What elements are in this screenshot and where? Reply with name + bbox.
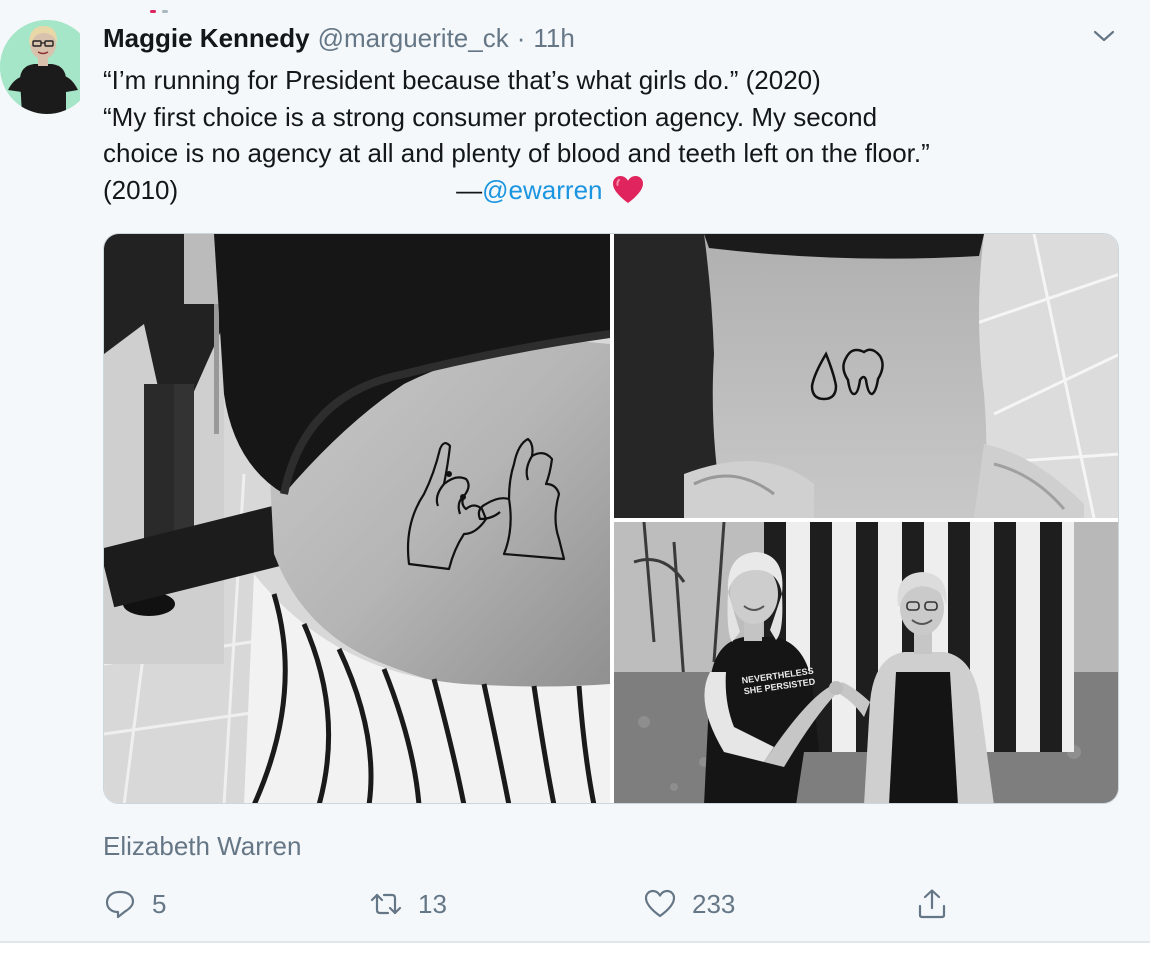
media-caption[interactable]: Elizabeth Warren [103,826,301,866]
like-button[interactable]: 233 [642,884,735,924]
em-dash: — [456,174,483,205]
mention-link[interactable]: @ewarren [482,175,602,205]
photo-blood-tooth-tattoo[interactable] [614,234,1118,518]
media-grid: NEVERTHELESS SHE PERSISTED [103,233,1119,804]
reply-icon [102,886,138,922]
tweet-header: Maggie Kennedy @marguerite_ck · 11h [103,20,575,56]
share-button[interactable] [914,884,950,924]
red-heart-emoji-icon [612,175,644,205]
photo-pinky-tattoo[interactable] [104,234,610,803]
avatar[interactable] [0,20,80,114]
top-sliver [150,0,190,13]
retweet-icon [368,886,404,922]
header-separator: · [516,23,526,53]
author-handle[interactable]: @marguerite_ck [318,20,509,56]
tweet-text: “I’m running for President because that’… [103,62,1103,208]
photo-pinky-promise[interactable]: NEVERTHELESS SHE PERSISTED [614,522,1118,803]
retweet-count: 13 [418,888,447,919]
tweet-text-line: “I’m running for President because that’… [103,65,821,95]
tweet-text-line-last: (2010) —@ewarren [103,172,1103,209]
reply-count: 5 [152,888,167,919]
tweet-text-line: “My first choice is a strong consumer pr… [103,101,878,132]
heart-icon [642,886,678,922]
tweet-timestamp[interactable]: 11h [533,20,574,56]
retweet-button[interactable]: 13 [368,884,447,924]
year-text: (2010) [103,174,179,205]
chevron-down-icon[interactable] [1090,26,1118,46]
avatar-image [0,20,80,114]
reply-button[interactable]: 5 [102,884,166,924]
like-count: 233 [692,888,736,919]
author-name[interactable]: Maggie Kennedy [103,20,310,56]
tweet-text-line: choice is no agency at all and plenty of… [103,138,930,168]
tweet-actions: 5 13 233 [0,884,1150,924]
next-tweet-area [0,943,1150,954]
share-icon [914,886,950,922]
tweet[interactable]: Maggie Kennedy @marguerite_ck · 11h “I’m… [0,0,1150,954]
